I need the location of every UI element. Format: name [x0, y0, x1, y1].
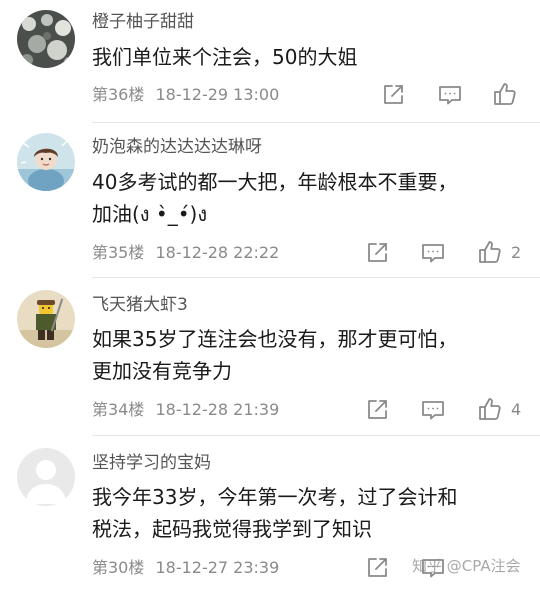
- divider: [92, 122, 540, 123]
- like-count: 2: [511, 243, 522, 262]
- comment-line: 税法，起码我觉得我学到了知识: [92, 517, 372, 541]
- like-button[interactable]: [492, 81, 518, 107]
- divider: [92, 277, 540, 278]
- reply-button[interactable]: [437, 82, 463, 108]
- share-icon: [368, 400, 387, 419]
- timestamp: 18-12-28 21:39: [155, 400, 280, 419]
- comment-text: 我们单位来个注会，50的大姐: [92, 41, 522, 73]
- comment-icon: [439, 86, 461, 105]
- like-button[interactable]: [477, 239, 503, 265]
- comment-meta: 第35楼 18-12-28 22:22: [92, 242, 279, 264]
- share-button[interactable]: [364, 240, 390, 266]
- comment-meta: 第30楼 18-12-27 23:39: [92, 557, 279, 579]
- floor-number: 第30楼: [92, 558, 145, 577]
- share-icon: [368, 558, 387, 577]
- divider: [92, 435, 540, 436]
- reply-button[interactable]: [420, 397, 446, 423]
- floor-number: 第34楼: [92, 400, 145, 419]
- thumbs-up-icon: [479, 241, 501, 263]
- username[interactable]: 橙子柚子甜甜: [92, 11, 194, 33]
- timestamp: 18-12-28 22:22: [155, 243, 280, 262]
- like-count: 4: [511, 400, 522, 419]
- comment-line: 我今年33岁，今年第一次考，过了会计和: [92, 485, 458, 509]
- share-button[interactable]: [380, 82, 406, 108]
- timestamp: 18-12-27 23:39: [155, 558, 280, 577]
- avatar[interactable]: [17, 133, 75, 191]
- username[interactable]: 奶泡森的达达达达琳呀: [92, 136, 262, 158]
- comment-meta: 第34楼 18-12-28 21:39: [92, 399, 279, 421]
- share-button[interactable]: [364, 397, 390, 423]
- like-button[interactable]: [477, 396, 503, 422]
- thumbs-up-icon: [479, 398, 501, 420]
- comment-text: 我今年33岁，今年第一次考，过了会计和 税法，起码我觉得我学到了知识: [92, 481, 522, 545]
- avatar[interactable]: [17, 448, 75, 506]
- comment-line: 40多考试的都一大把，年龄根本不重要，: [92, 170, 458, 194]
- share-icon: [368, 243, 387, 262]
- username[interactable]: 坚持学习的宝妈: [92, 452, 211, 474]
- comment-icon: [422, 401, 444, 420]
- floor-number: 第36楼: [92, 85, 145, 104]
- comment-feed: 橙子柚子甜甜 我们单位来个注会，50的大姐 第36楼 18-12-29 13:0…: [0, 0, 540, 591]
- floor-number: 第35楼: [92, 243, 145, 262]
- avatar[interactable]: [17, 290, 75, 348]
- share-button[interactable]: [364, 555, 390, 581]
- comment-line: 我们单位来个注会，50的大姐: [92, 45, 358, 69]
- reply-button[interactable]: [420, 240, 446, 266]
- comment-text: 如果35岁了连注会也没有，那才更可怕， 更加没有竞争力: [92, 323, 522, 387]
- timestamp: 18-12-29 13:00: [155, 85, 280, 104]
- comment-line: 加油(ง •̀_•́)ง: [92, 202, 208, 226]
- comment-line: 更加没有竞争力: [92, 359, 232, 383]
- thumbs-up-icon: [494, 83, 516, 105]
- share-icon: [384, 85, 403, 104]
- avatar[interactable]: [17, 10, 75, 68]
- comment-text: 40多考试的都一大把，年龄根本不重要， 加油(ง •̀_•́)ง: [92, 166, 522, 230]
- comment-meta: 第36楼 18-12-29 13:00: [92, 84, 279, 106]
- watermark: 知乎 @CPA注会: [412, 557, 521, 575]
- comment-icon: [422, 244, 444, 263]
- username[interactable]: 飞天猪大虾3: [92, 294, 188, 316]
- comment-line: 如果35岁了连注会也没有，那才更可怕，: [92, 327, 458, 351]
